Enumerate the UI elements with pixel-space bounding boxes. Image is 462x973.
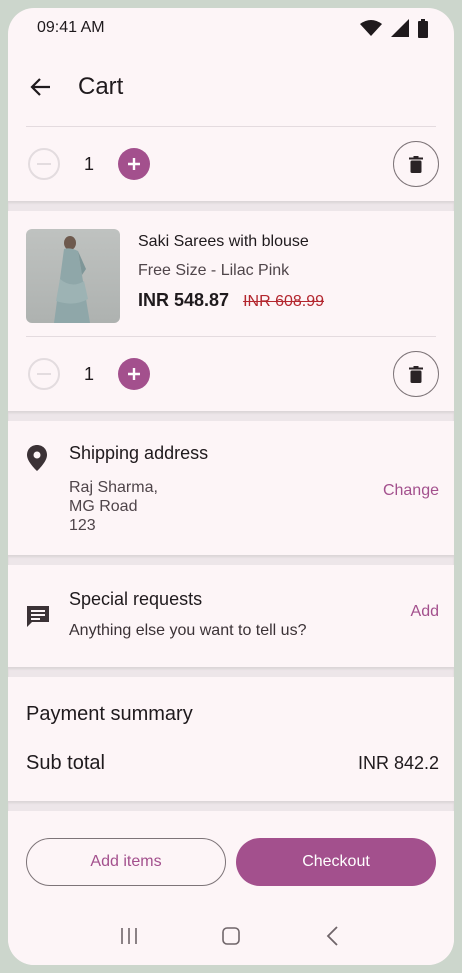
app-bar: Cart: [8, 48, 454, 126]
back-button[interactable]: [28, 74, 54, 100]
trash-icon: [409, 365, 423, 383]
product-variant: Free Size - Lilac Pink: [138, 262, 290, 279]
phone-screen: 09:41 AM Cart 1 Saki Sarees with blouse …: [8, 8, 454, 965]
wifi-icon: [360, 20, 382, 36]
page-title: Cart: [78, 73, 124, 100]
subtotal-label: Sub total: [26, 752, 105, 774]
recent-apps-button[interactable]: [109, 918, 149, 954]
recent-apps-icon: [121, 928, 137, 944]
home-button[interactable]: [211, 918, 251, 954]
shipping-title: Shipping address: [69, 443, 209, 463]
chevron-left-icon: [326, 926, 338, 946]
section-divider: [8, 667, 454, 677]
minus-icon: [37, 163, 51, 165]
decrease-quantity-button[interactable]: [28, 148, 60, 180]
trash-icon: [409, 155, 423, 173]
increase-quantity-button[interactable]: [118, 358, 150, 390]
product-price: INR 548.87: [138, 290, 230, 310]
quantity-value: 1: [83, 153, 94, 174]
section-divider: [8, 201, 454, 211]
add-items-button[interactable]: Add items: [26, 838, 226, 886]
system-navigation-bar: [8, 916, 454, 956]
cart-item-2: Saki Sarees with blouse Free Size - Lila…: [8, 211, 454, 336]
battery-icon: [418, 18, 428, 38]
system-back-button[interactable]: [313, 918, 353, 954]
address-line: 123: [69, 517, 96, 534]
address-line: Raj Sharma,: [69, 479, 158, 496]
checkout-button[interactable]: Checkout: [236, 838, 436, 886]
delete-item-button[interactable]: [393, 141, 439, 187]
subtotal-value: INR 842.2: [357, 753, 439, 773]
delete-item-button[interactable]: [393, 351, 439, 397]
shipping-address-section: Shipping address Raj Sharma, MG Road 123…: [8, 421, 454, 555]
section-divider: [8, 411, 454, 421]
product-name[interactable]: Saki Sarees with blouse: [138, 233, 324, 251]
message-icon: [27, 606, 49, 627]
location-pin-icon: [27, 445, 47, 471]
special-requests-subtitle: Anything else you want to tell us?: [69, 622, 307, 639]
payment-summary-title: Payment summary: [26, 703, 193, 725]
shipping-address: Raj Sharma, MG Road 123: [69, 478, 208, 535]
quantity-value: 1: [83, 363, 94, 384]
increase-quantity-button[interactable]: [118, 148, 150, 180]
arrow-back-icon: [30, 78, 50, 96]
section-divider: [8, 801, 454, 811]
address-line: MG Road: [69, 498, 138, 515]
product-original-price: INR 608.99: [243, 293, 324, 310]
cart-item-1-quantity-row: 1: [8, 127, 454, 201]
plus-icon: [128, 158, 140, 170]
status-time: 09:41 AM: [37, 19, 105, 36]
section-divider: [8, 555, 454, 565]
special-requests-section: Special requests Anything else you want …: [8, 565, 454, 667]
status-bar: 09:41 AM: [8, 8, 454, 48]
add-request-button[interactable]: Add: [411, 603, 439, 621]
home-icon: [222, 927, 240, 945]
special-requests-title: Special requests: [69, 589, 203, 609]
plus-icon: [128, 368, 140, 380]
signal-icon: [391, 19, 409, 37]
payment-summary-section: Payment summary Sub total INR 842.2: [8, 677, 454, 801]
decrease-quantity-button[interactable]: [28, 358, 60, 390]
cart-item-2-quantity-row: 1: [8, 337, 454, 411]
bottom-action-bar: Add items Checkout: [8, 816, 454, 965]
change-address-button[interactable]: Change: [383, 482, 439, 500]
minus-icon: [37, 373, 51, 375]
product-image[interactable]: [26, 229, 120, 323]
